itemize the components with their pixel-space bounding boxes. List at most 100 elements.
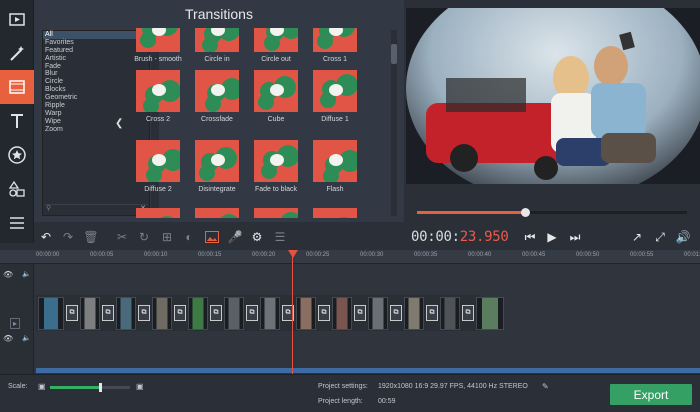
transition-marker-icon[interactable]: ⧉ bbox=[66, 305, 78, 321]
detach-preview-icon[interactable]: ↗ bbox=[627, 229, 647, 245]
titles-icon[interactable] bbox=[0, 104, 34, 138]
video-clip[interactable] bbox=[260, 297, 280, 330]
video-clip[interactable] bbox=[224, 297, 244, 330]
visibility-eye-icon[interactable]: 👁 bbox=[3, 334, 13, 343]
next-frame-icon[interactable]: ⏭ bbox=[565, 229, 585, 245]
video-preview bbox=[406, 8, 700, 184]
transition-marker-icon[interactable]: ⧉ bbox=[318, 305, 330, 321]
volume-icon[interactable]: 🔊 bbox=[673, 229, 693, 245]
left-toolbar bbox=[0, 0, 34, 243]
transition-tile[interactable] bbox=[252, 208, 300, 218]
transition-marker-icon[interactable]: ⧉ bbox=[102, 305, 114, 321]
crop-icon[interactable]: ⊞ bbox=[157, 229, 177, 245]
collapse-arrow-icon[interactable]: ❮ bbox=[115, 118, 123, 129]
redo-icon[interactable]: ↷ bbox=[58, 229, 78, 245]
play-icon[interactable]: ▶ bbox=[542, 229, 562, 245]
transition-thumbnail bbox=[195, 140, 239, 182]
ruler-tick-label: 00:00:40 bbox=[468, 252, 492, 258]
zoom-out-icon[interactable]: ▣ bbox=[38, 382, 46, 391]
video-clip[interactable] bbox=[332, 297, 352, 330]
transition-marker-icon[interactable]: ⧉ bbox=[210, 305, 222, 321]
ruler-tick-label: 00:00:10 bbox=[144, 252, 168, 258]
transition-tile[interactable] bbox=[193, 208, 241, 218]
cut-icon[interactable]: ✂ bbox=[112, 229, 132, 245]
video-clip[interactable] bbox=[188, 297, 208, 330]
export-button[interactable]: Export bbox=[610, 384, 692, 405]
video-clip[interactable] bbox=[80, 297, 100, 330]
scale-label: Scale: bbox=[8, 383, 28, 390]
more-tools-icon[interactable] bbox=[0, 206, 34, 240]
transition-label: Cross 1 bbox=[322, 56, 348, 63]
transition-tile[interactable]: Fade to black bbox=[252, 140, 300, 193]
delete-icon[interactable]: 🗑 bbox=[81, 229, 101, 245]
transition-tile[interactable]: Diffuse 2 bbox=[134, 140, 182, 193]
playback-progress-fill bbox=[417, 211, 525, 214]
playhead-handle[interactable] bbox=[288, 250, 298, 258]
filters-icon[interactable] bbox=[0, 36, 34, 70]
transition-tile[interactable]: Cross 1 bbox=[311, 28, 359, 63]
project-settings-label: Project settings: bbox=[318, 383, 368, 390]
video-clip[interactable] bbox=[368, 297, 388, 330]
stickers-icon[interactable] bbox=[0, 138, 34, 172]
video-clip[interactable] bbox=[440, 297, 460, 330]
video-clip[interactable] bbox=[476, 297, 504, 330]
transition-tile[interactable]: Flash bbox=[311, 140, 359, 193]
settings-gear-icon[interactable]: ⚙ bbox=[247, 229, 267, 245]
video-clip[interactable] bbox=[152, 297, 172, 330]
transition-marker-icon[interactable]: ⧉ bbox=[138, 305, 150, 321]
transition-marker-icon[interactable]: ⧉ bbox=[462, 305, 474, 321]
equalizer-icon[interactable]: ☰ bbox=[270, 229, 290, 245]
timeline-scrollbar-thumb[interactable] bbox=[36, 368, 700, 373]
import-files-icon[interactable] bbox=[0, 2, 34, 36]
video-clip[interactable] bbox=[116, 297, 136, 330]
grid-scrollbar-thumb[interactable] bbox=[391, 44, 397, 64]
transition-tile[interactable]: Circle in bbox=[193, 28, 241, 63]
transition-tile[interactable]: Brush - smooth bbox=[134, 28, 182, 63]
transition-tile[interactable]: Disintegrate bbox=[193, 140, 241, 193]
transition-marker-icon[interactable]: ⧉ bbox=[426, 305, 438, 321]
mute-icon[interactable]: 🔈 bbox=[22, 334, 31, 342]
transition-thumbnail bbox=[136, 208, 180, 218]
transition-tile[interactable]: Circle out bbox=[252, 28, 300, 63]
transition-marker-icon[interactable]: ⧉ bbox=[390, 305, 402, 321]
ruler-tick-label: 00:00:50 bbox=[576, 252, 600, 258]
transition-tile[interactable]: Diffuse 1 bbox=[311, 70, 359, 123]
transition-tile[interactable]: Crossfade bbox=[193, 70, 241, 123]
zoom-in-icon[interactable]: ▣ bbox=[136, 382, 144, 391]
ruler-tick-label: 00:00:35 bbox=[414, 252, 438, 258]
playback-progress-knob[interactable] bbox=[521, 208, 530, 217]
transition-label: Diffuse 1 bbox=[321, 116, 349, 123]
transition-label: Cube bbox=[267, 116, 285, 123]
image-icon[interactable] bbox=[202, 229, 222, 245]
video-track-icon: ▸ bbox=[10, 318, 21, 329]
transition-tile[interactable] bbox=[311, 208, 359, 218]
microphone-icon[interactable]: 🎤 bbox=[225, 229, 245, 245]
transition-thumbnail bbox=[254, 70, 298, 112]
mute-icon[interactable]: 🔈 bbox=[22, 270, 31, 278]
color-adjust-icon[interactable]: ◐ bbox=[179, 229, 199, 245]
callouts-icon[interactable] bbox=[0, 172, 34, 206]
fullscreen-icon[interactable]: ⤢ bbox=[650, 229, 670, 245]
transition-label: Circle in bbox=[204, 56, 230, 63]
video-clip[interactable] bbox=[404, 297, 424, 330]
scale-slider-knob[interactable] bbox=[98, 383, 102, 392]
transition-tile[interactable] bbox=[134, 208, 182, 218]
video-clip[interactable] bbox=[38, 297, 64, 330]
playhead[interactable] bbox=[292, 250, 293, 374]
visibility-eye-icon[interactable]: 👁 bbox=[3, 270, 13, 279]
transition-marker-icon[interactable]: ⧉ bbox=[354, 305, 366, 321]
undo-icon[interactable]: ↶ bbox=[36, 229, 56, 245]
edit-settings-pencil-icon[interactable]: ✎ bbox=[542, 382, 549, 391]
transition-tile[interactable]: Cross 2 bbox=[134, 70, 182, 123]
transition-marker-icon[interactable]: ⧉ bbox=[246, 305, 258, 321]
timecode-display: 00:00:23.950 bbox=[411, 229, 509, 245]
ruler-tick-label: 00:00:05 bbox=[90, 252, 114, 258]
previous-frame-icon[interactable]: ⏮ bbox=[520, 229, 540, 245]
transitions-icon[interactable] bbox=[0, 70, 34, 104]
rotate-icon[interactable]: ↻ bbox=[134, 229, 154, 245]
transition-label: Fade to black bbox=[254, 186, 298, 193]
transition-tile[interactable]: Cube bbox=[252, 70, 300, 123]
video-clip[interactable] bbox=[296, 297, 316, 330]
transition-marker-icon[interactable]: ⧉ bbox=[174, 305, 186, 321]
ruler-tick-label: 00:01:00 bbox=[684, 252, 700, 258]
